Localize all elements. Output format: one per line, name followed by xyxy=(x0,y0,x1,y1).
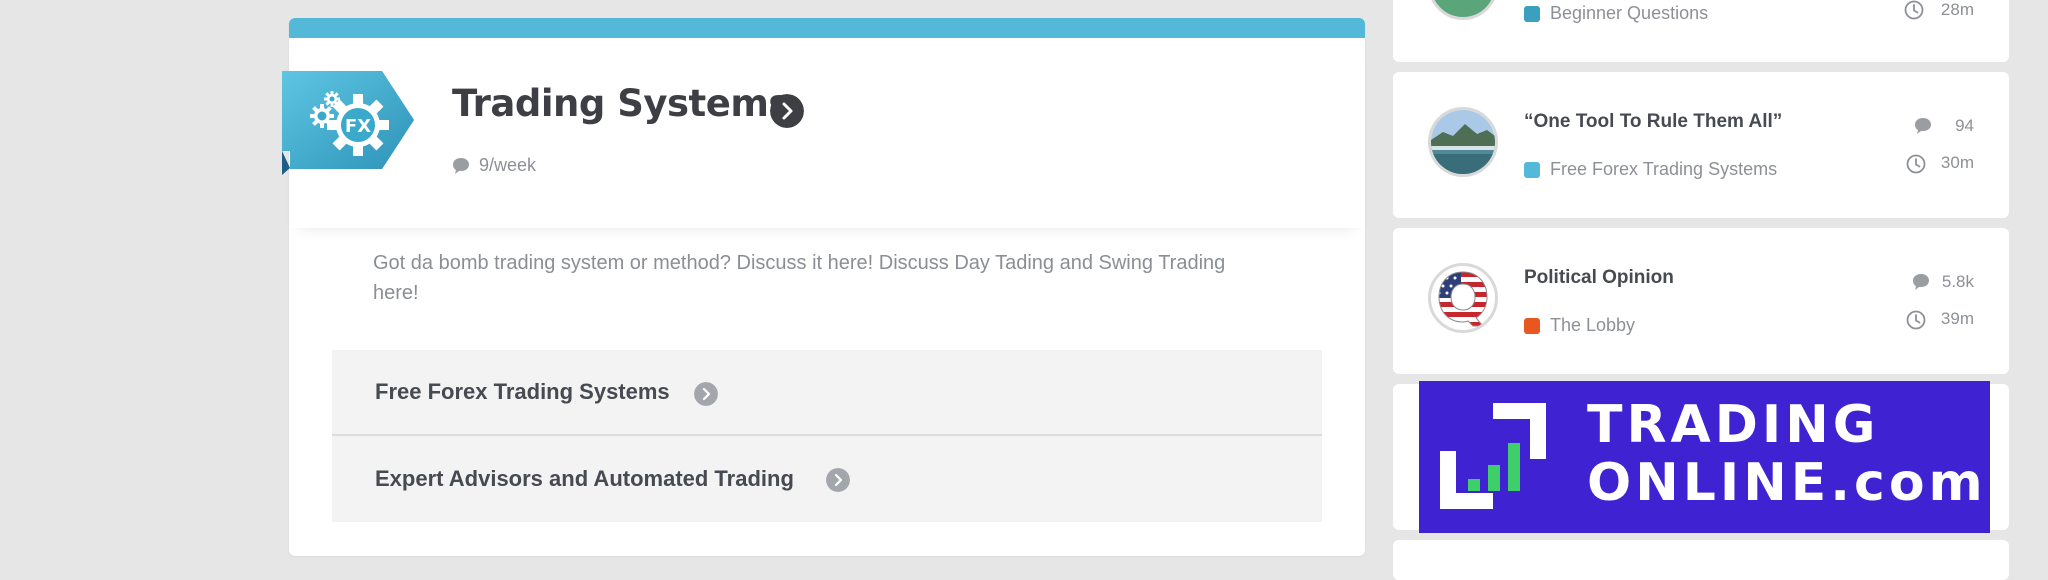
topic-card[interactable]: “One Tool To Rule Them All” Free Forex T… xyxy=(1393,72,2009,218)
category-title[interactable]: Trading Systems xyxy=(452,82,790,125)
trading-online-logo-icon[interactable] xyxy=(1438,401,1548,511)
category-description: Got da bomb trading system or method? Di… xyxy=(373,252,1226,304)
reply-count-text: 5.8k xyxy=(1941,272,1974,291)
comment-icon xyxy=(1913,274,1929,290)
category-name[interactable]: The Lobby xyxy=(1550,315,1635,336)
reply-count-text: 94 xyxy=(1955,116,1974,135)
time-text: 28m xyxy=(1940,0,1974,19)
time-text: 30m xyxy=(1940,153,1974,172)
reply-count: 94 xyxy=(1914,116,1974,136)
last-post-time: 28m xyxy=(1904,0,1974,20)
category-color-square xyxy=(1524,318,1540,334)
landscape-avatar[interactable] xyxy=(1428,107,1498,177)
green-avatar[interactable] xyxy=(1428,0,1498,20)
category-color-square xyxy=(1524,162,1540,178)
clock-icon xyxy=(1904,0,1924,20)
last-post-time: 39m xyxy=(1906,309,1974,330)
time-text: 39m xyxy=(1940,309,1974,328)
reply-count: 5.8k xyxy=(1912,272,1974,292)
badge-text: FX xyxy=(345,116,371,137)
flag-q-avatar[interactable] xyxy=(1428,263,1498,333)
comment-icon xyxy=(1915,118,1931,134)
category-card: FX Trading Systems 9/week Got da bomb tr… xyxy=(282,18,1365,556)
ad-line-2: ONLINE.com xyxy=(1587,453,1987,513)
clock-icon xyxy=(1906,310,1926,330)
topic-title[interactable]: “One Tool To Rule Them All” xyxy=(1524,111,1782,133)
category-color-bar xyxy=(289,18,1365,38)
subcategory-row[interactable]: Expert Advisors and Automated Trading xyxy=(332,436,1322,522)
last-post-time: 30m xyxy=(1906,153,1974,174)
category-name[interactable]: Free Forex Trading Systems xyxy=(1550,159,1777,180)
topic-card[interactable] xyxy=(1393,540,2009,580)
chevron-right-icon[interactable] xyxy=(770,94,804,128)
category-color-square xyxy=(1524,6,1540,22)
comment-icon xyxy=(453,158,469,174)
ad-line-1: TRADING xyxy=(1587,395,1880,455)
clock-icon xyxy=(1906,154,1926,174)
subcategory-label[interactable]: Expert Advisors and Automated Trading xyxy=(375,466,794,492)
subcategory-row[interactable]: Free Forex Trading Systems xyxy=(332,350,1322,436)
subcategory-label[interactable]: Free Forex Trading Systems xyxy=(375,379,670,405)
landscape-image xyxy=(1431,110,1495,174)
ad-banner[interactable]: TRADING ONLINE.com xyxy=(1419,381,1990,533)
chevron-right-icon[interactable] xyxy=(826,468,850,492)
topic-card[interactable]: Beginner Questions 28m xyxy=(1393,0,2009,62)
category-name[interactable]: Beginner Questions xyxy=(1550,3,1708,24)
fx-gear-icon[interactable]: FX xyxy=(282,71,414,175)
topic-title[interactable]: Political Opinion xyxy=(1524,267,1674,289)
chevron-right-icon[interactable] xyxy=(694,382,718,406)
rate-text: 9/week xyxy=(479,155,537,175)
category-header xyxy=(289,38,1365,228)
topic-card[interactable]: Political Opinion The Lobby 5.8k 39m xyxy=(1393,228,2009,374)
flag-q-image xyxy=(1438,271,1488,327)
